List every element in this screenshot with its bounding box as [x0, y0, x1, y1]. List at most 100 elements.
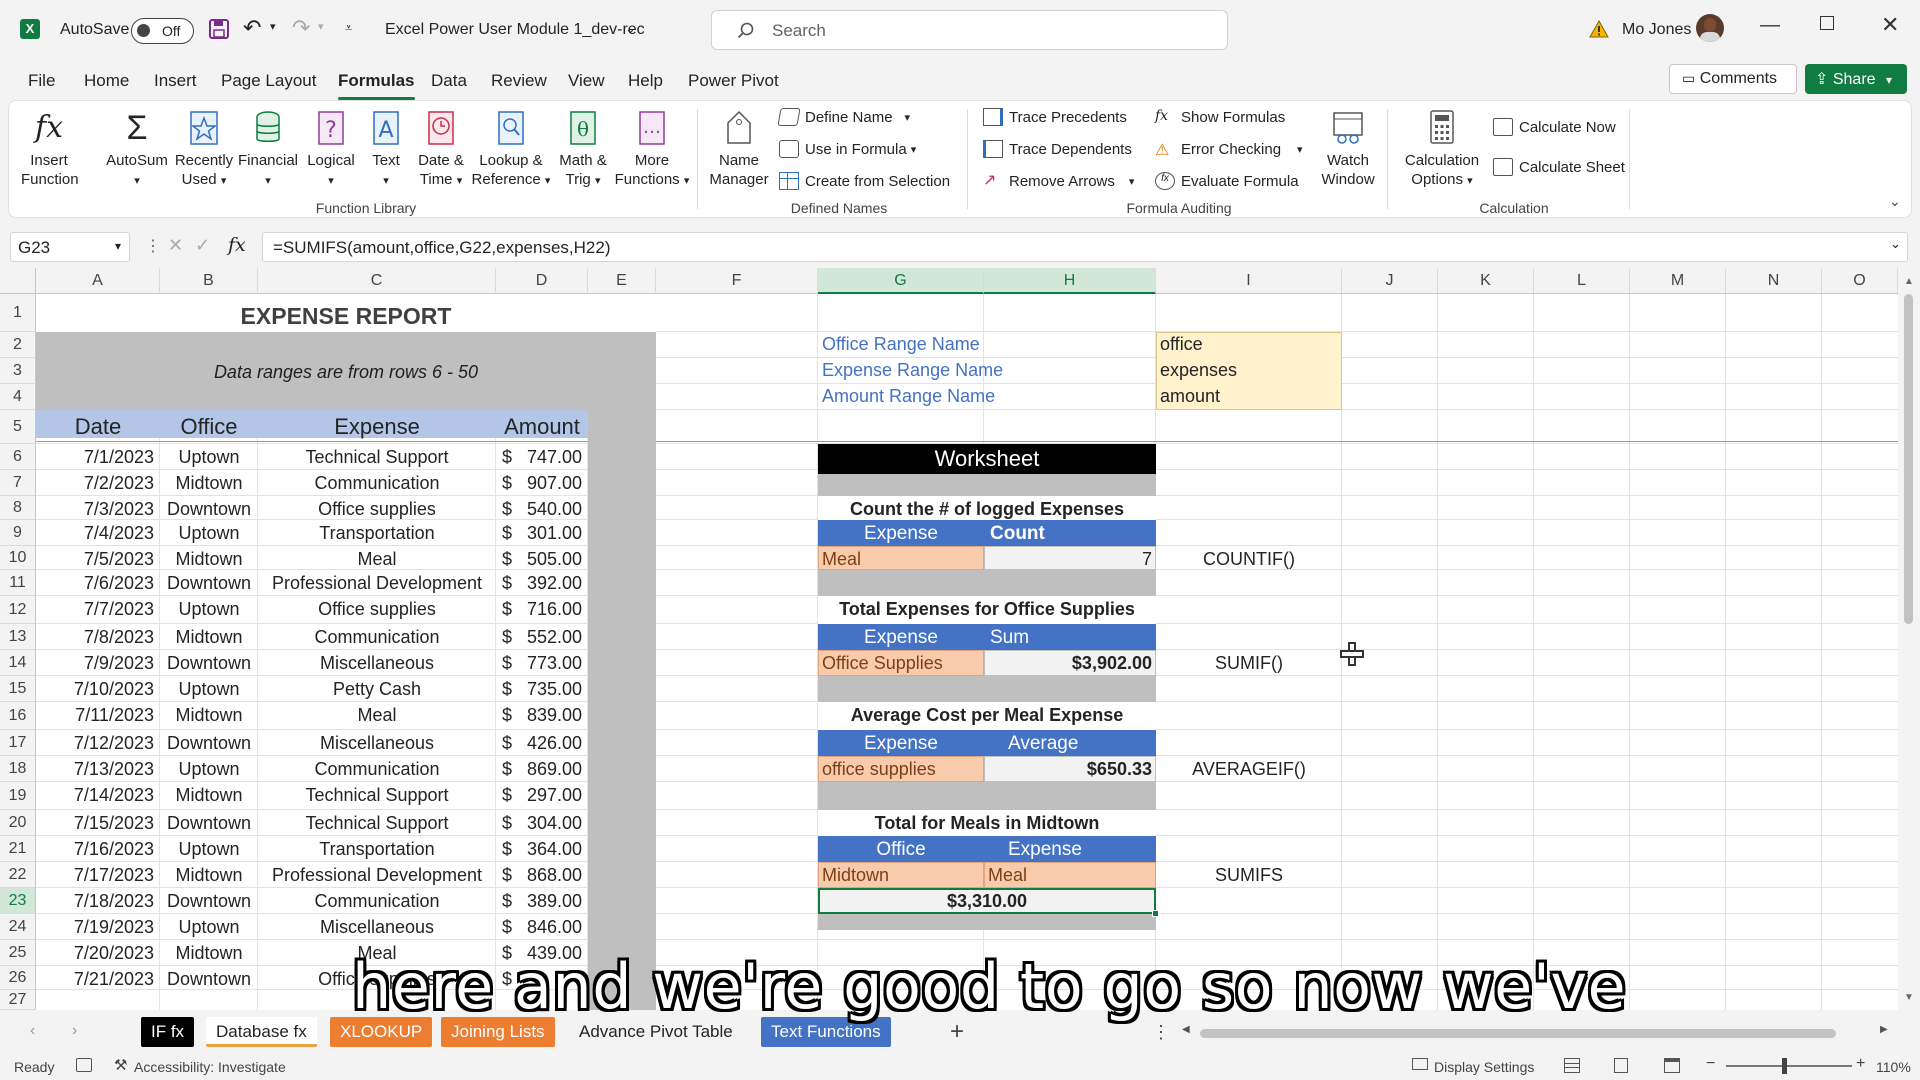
trace-dependents-button[interactable]: Trace Dependents	[983, 140, 1132, 158]
column-header-h[interactable]: H	[984, 268, 1156, 294]
column-header-i[interactable]: I	[1156, 268, 1342, 294]
menu-power-pivot[interactable]: Power Pivot	[688, 71, 779, 91]
row-header-2[interactable]: 2	[0, 332, 36, 358]
customize-qat-icon[interactable]: ⩡	[345, 20, 352, 36]
calculate-now-button[interactable]: Calculate Now	[1493, 118, 1616, 136]
row-header-25[interactable]: 25	[0, 940, 36, 966]
horizontal-scroll-thumb[interactable]	[1200, 1029, 1836, 1038]
row-header-22[interactable]: 22	[0, 862, 36, 888]
row-header-26[interactable]: 26	[0, 966, 36, 990]
autosave-toggle[interactable]: Off	[131, 18, 194, 44]
close-icon[interactable]: ✕	[1881, 12, 1899, 38]
recently-used-button[interactable]: Recently Used ▾	[173, 109, 235, 191]
search-box[interactable]: Search	[711, 10, 1228, 50]
column-header-f[interactable]: F	[656, 268, 818, 294]
avatar[interactable]	[1696, 14, 1724, 42]
row-header-4[interactable]: 4	[0, 384, 36, 410]
insert-function-fx-icon[interactable]: fx	[228, 234, 246, 256]
menu-insert[interactable]: Insert	[154, 71, 197, 91]
redo-icon[interactable]: ↷	[292, 15, 310, 41]
page-break-view-icon[interactable]	[1664, 1058, 1680, 1073]
formula-expand-icon[interactable]: ⌄	[1890, 236, 1901, 252]
row-header-18[interactable]: 18	[0, 756, 36, 782]
tab-options-icon[interactable]: ⋮	[1152, 1022, 1170, 1043]
row-header-23[interactable]: 23	[0, 888, 36, 914]
block-input-value[interactable]: office supplies	[822, 759, 982, 780]
math-trig-button[interactable]: θ Math & Trig ▾	[553, 109, 613, 191]
use-in-formula-button[interactable]: Use in Formula ▾	[779, 140, 916, 158]
row-header-21[interactable]: 21	[0, 836, 36, 862]
block-input-value[interactable]: Midtown	[822, 865, 982, 886]
row-header-14[interactable]: 14	[0, 650, 36, 676]
calculation-options-button[interactable]: Calculation Options ▾	[1397, 109, 1487, 191]
insert-function-button[interactable]: fx Insert Function	[21, 109, 79, 189]
menu-file[interactable]: File	[28, 71, 55, 91]
column-header-b[interactable]: B	[160, 268, 258, 294]
vertical-scrollbar[interactable]: ▲ ▼	[1898, 268, 1920, 1010]
row-header-12[interactable]: 12	[0, 596, 36, 624]
menu-data[interactable]: Data	[431, 71, 467, 91]
column-header-k[interactable]: K	[1438, 268, 1534, 294]
column-header-a[interactable]: A	[36, 268, 160, 294]
financial-button[interactable]: Financial ▾	[235, 109, 301, 191]
undo-icon[interactable]: ↶	[243, 15, 261, 41]
column-header-n[interactable]: N	[1726, 268, 1822, 294]
formula-bar-more-icon[interactable]: ⋮	[145, 236, 161, 256]
restore-icon[interactable]	[1820, 16, 1834, 30]
normal-view-icon[interactable]	[1564, 1058, 1580, 1073]
row-header-17[interactable]: 17	[0, 730, 36, 756]
vertical-scroll-thumb[interactable]	[1904, 294, 1913, 624]
row-header-6[interactable]: 6	[0, 444, 36, 470]
menu-formulas[interactable]: Formulas	[338, 71, 415, 100]
zoom-slider-thumb[interactable]	[1782, 1058, 1787, 1074]
row-header-3[interactable]: 3	[0, 358, 36, 384]
row-header-20[interactable]: 20	[0, 810, 36, 836]
cancel-entry-icon[interactable]: ✕	[168, 235, 183, 256]
page-layout-view-icon[interactable]	[1614, 1058, 1628, 1073]
more-functions-button[interactable]: … More Functions ▾	[613, 109, 691, 191]
evaluate-formula-button[interactable]: fx Evaluate Formula	[1155, 172, 1299, 190]
redo-dropdown-icon[interactable]: ▾	[318, 20, 324, 33]
macro-record-icon[interactable]	[76, 1058, 92, 1072]
row-header-16[interactable]: 16	[0, 702, 36, 730]
menu-view[interactable]: View	[568, 71, 605, 91]
tab-database-fx[interactable]: Database fx	[206, 1017, 317, 1047]
column-header-j[interactable]: J	[1342, 268, 1438, 294]
text-functions-button[interactable]: A Text ▾	[361, 109, 411, 191]
row-header-24[interactable]: 24	[0, 914, 36, 940]
accessibility-status[interactable]: Accessibility: Investigate	[134, 1059, 286, 1075]
column-header-o[interactable]: O	[1822, 268, 1898, 294]
create-from-selection-button[interactable]: Create from Selection	[779, 172, 950, 190]
comments-button[interactable]: ▭ Comments	[1669, 64, 1797, 94]
minimize-icon[interactable]: —	[1760, 14, 1780, 37]
ribbon-collapse-icon[interactable]: ⌄	[1889, 193, 1901, 210]
menu-review[interactable]: Review	[491, 71, 547, 91]
row-header-15[interactable]: 15	[0, 676, 36, 702]
row-header-19[interactable]: 19	[0, 782, 36, 810]
horizontal-scroll-right-icon[interactable]: ▶	[1880, 1024, 1888, 1035]
row-header-9[interactable]: 9	[0, 520, 36, 546]
undo-dropdown-icon[interactable]: ▾	[270, 20, 276, 33]
zoom-level[interactable]: 110%	[1876, 1059, 1911, 1075]
name-box[interactable]: G23 ▾	[10, 232, 130, 262]
autosum-button[interactable]: Σ AutoSum ▾	[103, 109, 171, 191]
block-input-value[interactable]: Office Supplies	[822, 653, 982, 674]
row-header-13[interactable]: 13	[0, 624, 36, 650]
share-button[interactable]: ⇪ Share ▾	[1805, 64, 1907, 94]
block-input-value[interactable]: Meal	[822, 549, 982, 570]
scroll-down-icon[interactable]: ▼	[1904, 992, 1914, 1003]
date-time-button[interactable]: Date & Time ▾	[411, 109, 471, 191]
display-settings-icon[interactable]	[1412, 1058, 1428, 1070]
worksheet-grid[interactable]: A B C D E F G H I J K L M N O 1234567891…	[0, 268, 1920, 1010]
name-manager-button[interactable]: Name Manager	[709, 109, 769, 189]
trace-precedents-button[interactable]: Trace Precedents	[983, 108, 1127, 126]
tab-scroll-right-icon[interactable]: ›	[72, 1022, 77, 1040]
column-header-m[interactable]: M	[1630, 268, 1726, 294]
scroll-up-icon[interactable]: ▲	[1904, 276, 1914, 287]
column-header-l[interactable]: L	[1534, 268, 1630, 294]
remove-arrows-button[interactable]: ↗ Remove Arrows ▾	[983, 172, 1134, 190]
formula-input[interactable]: =SUMIFS(amount,office,G22,expenses,H22)	[262, 232, 1908, 262]
column-header-g[interactable]: G	[818, 268, 984, 294]
column-header-d[interactable]: D	[496, 268, 588, 294]
tab-if-fx[interactable]: IF fx	[141, 1017, 195, 1047]
